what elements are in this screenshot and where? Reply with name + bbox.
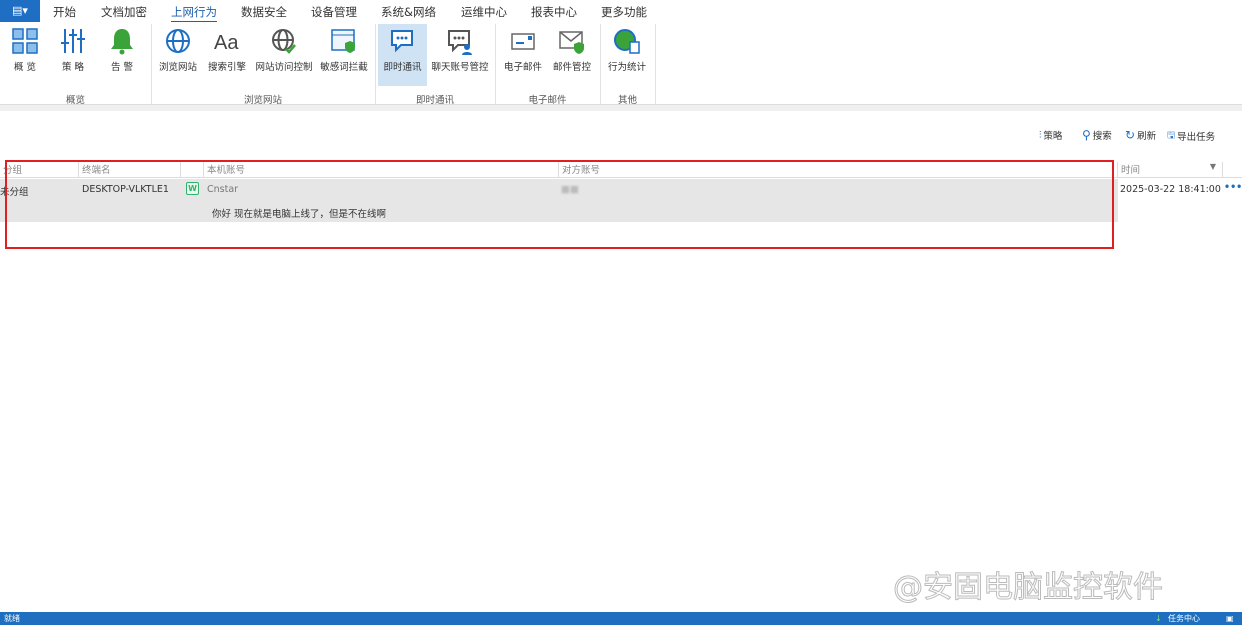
email-control-label: 邮件管控 — [552, 62, 591, 73]
policy-button[interactable]: 策 略 — [52, 24, 94, 86]
col-time[interactable]: 时间 ▼ — [1117, 162, 1222, 178]
chat-account-control-label: 聊天账号管控 — [431, 62, 489, 73]
svg-text:Aa: Aa — [214, 32, 239, 54]
task-center-button[interactable]: 任务中心 — [1168, 612, 1200, 625]
browser-shield-icon — [331, 29, 355, 53]
time-header-label: 时间 — [1121, 165, 1141, 176]
globe-icon — [166, 29, 190, 53]
policy-label: 策 略 — [61, 62, 85, 73]
policy-label: 策略 — [1043, 131, 1063, 142]
toolbar-search-button[interactable]: ⚲ 搜索 — [1082, 128, 1112, 142]
window-icon[interactable]: ▣ — [1226, 612, 1234, 625]
email-label: 电子邮件 — [503, 62, 542, 73]
web-access-control-label: 网站访问控制 — [255, 62, 313, 73]
chat-bubble-icon — [390, 30, 413, 53]
tab-report-center[interactable]: 报表中心 — [531, 4, 577, 20]
app-menu-button[interactable]: ▤▾ — [0, 0, 40, 22]
refresh-icon: ↻ — [1125, 128, 1136, 142]
email-button[interactable]: 电子邮件 — [500, 24, 546, 86]
tab-system-network[interactable]: 系统&网络 — [381, 4, 436, 20]
download-icon: ↓ — [1155, 614, 1162, 623]
tab-web-behavior[interactable]: 上网行为 — [171, 4, 217, 23]
tab-device-management[interactable]: 设备管理 — [311, 4, 357, 20]
envelope-icon — [511, 33, 535, 50]
sensitive-word-block-label: 敏感词拦截 — [320, 62, 368, 73]
instant-messaging-button[interactable]: 即时通讯 — [378, 24, 427, 86]
font-aa-icon: Aa — [214, 32, 239, 54]
ribbon: 概 览 策 略 告 警 浏览网站 Aa 搜索引擎 网站访问控制 敏感词拦截 即时… — [0, 22, 1242, 106]
search-engine-button[interactable]: Aa 搜索引擎 — [204, 24, 250, 86]
status-text: 就绪 — [4, 614, 20, 623]
chat-account-control-button[interactable]: 聊天账号管控 — [429, 24, 491, 86]
alarm-label: 告 警 — [110, 62, 134, 73]
chevron-down-icon: ▼ — [1209, 162, 1216, 171]
alarm-button[interactable]: 告 警 — [100, 24, 144, 86]
export-label: 导出任务 — [1177, 132, 1216, 143]
sliders-icon: ⫶ — [1039, 129, 1042, 141]
toolbar-export-button[interactable]: 🖫 导出任务 — [1167, 128, 1215, 144]
overview-label: 概 览 — [13, 62, 37, 73]
sensitive-word-block-button[interactable]: 敏感词拦截 — [318, 24, 370, 86]
browse-web-button[interactable]: 浏览网站 — [156, 24, 200, 86]
ribbon-divider — [0, 104, 1242, 111]
tab-data-security[interactable]: 数据安全 — [241, 4, 287, 20]
envelope-shield-icon — [559, 31, 584, 54]
toolbar-refresh-button[interactable]: ↻ 刷新 — [1125, 128, 1156, 142]
overview-button[interactable]: 概 览 — [4, 24, 46, 86]
cell-time: 2025-03-22 18:41:00 — [1120, 184, 1221, 195]
chat-user-icon — [448, 30, 472, 55]
bell-icon — [111, 29, 133, 55]
grid-icon — [12, 28, 38, 54]
tab-doc-encrypt[interactable]: 文档加密 — [101, 4, 147, 20]
email-control-button[interactable]: 邮件管控 — [549, 24, 595, 86]
search-engine-label: 搜索引擎 — [207, 62, 246, 73]
globe-check-icon — [272, 29, 296, 54]
instant-messaging-label: 即时通讯 — [383, 62, 422, 73]
tab-more[interactable]: 更多功能 — [601, 4, 647, 20]
watermark: @安固电脑监控软件 — [893, 570, 1164, 606]
tab-start[interactable]: 开始 — [53, 4, 76, 20]
status-bar: 就绪 ↓ 任务中心 ▣ — [0, 612, 1242, 625]
tab-ops-center[interactable]: 运维中心 — [461, 4, 507, 20]
search-icon: ⚲ — [1082, 128, 1091, 142]
behavior-stats-button[interactable]: 行为统计 — [604, 24, 650, 86]
globe-chart-icon — [614, 29, 640, 54]
export-icon: 🖫 — [1167, 130, 1176, 141]
behavior-stats-label: 行为统计 — [607, 62, 646, 73]
menu-tabs: ▤▾ 开始 文档加密 上网行为 数据安全 设备管理 系统&网络 运维中心 报表中… — [0, 0, 1242, 23]
document-menu-icon: ▤▾ — [12, 4, 28, 17]
browse-web-label: 浏览网站 — [158, 62, 197, 73]
refresh-label: 刷新 — [1137, 131, 1157, 142]
web-access-control-button[interactable]: 网站访问控制 — [253, 24, 315, 86]
col-extra — [1222, 162, 1242, 178]
search-label: 搜索 — [1092, 131, 1112, 142]
sliders-icon — [61, 29, 85, 53]
toolbar-policy-button[interactable]: ⫶ 策略 — [1039, 128, 1063, 143]
more-icon[interactable]: ••• — [1224, 182, 1242, 193]
highlight-box — [5, 160, 1114, 249]
